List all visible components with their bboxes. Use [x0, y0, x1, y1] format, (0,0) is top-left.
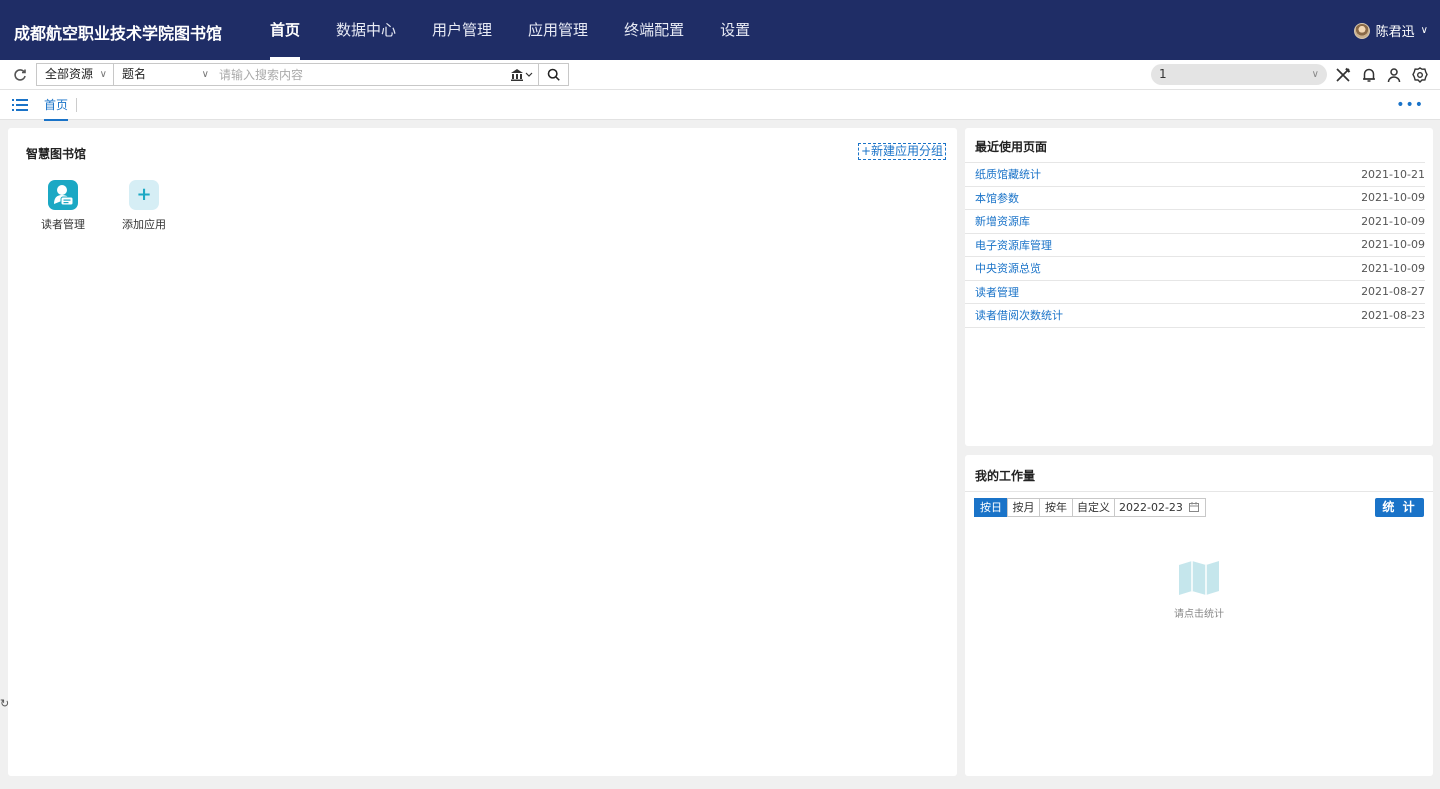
library-select[interactable]: 1 ∨ — [1151, 64, 1327, 85]
date-picker[interactable]: 2022-02-23 — [1114, 498, 1206, 517]
app-tile-reader-management[interactable]: 读者管理 — [33, 180, 93, 232]
list-item: 本馆参数 2021-10-09 — [965, 187, 1425, 210]
chevron-down-icon: ∨ — [1420, 25, 1428, 36]
avatar — [1353, 22, 1370, 39]
recent-link[interactable]: 本馆参数 — [975, 190, 1019, 206]
recent-link[interactable]: 中央资源总览 — [975, 260, 1041, 276]
segment-by-day[interactable]: 按日 — [974, 498, 1008, 517]
chevron-down-icon: ∨ — [1311, 69, 1319, 80]
recent-link[interactable]: 新增资源库 — [975, 213, 1030, 229]
workload-title: 我的工作量 — [975, 469, 1036, 483]
chevron-down-icon: ∨ — [99, 69, 107, 80]
date-value: 2022-02-23 — [1119, 501, 1183, 514]
my-workload-panel: 我的工作量 按日 按月 按年 自定义 2022-02-23 统 计 请点击统计 — [965, 455, 1433, 776]
bell-icon[interactable] — [1361, 67, 1377, 83]
plus-icon: + — [129, 180, 159, 210]
tools-icon[interactable] — [1335, 67, 1351, 83]
library-select-value: 1 — [1159, 67, 1167, 81]
recent-date: 2021-10-09 — [1361, 191, 1425, 205]
nav-settings[interactable]: 设置 — [702, 0, 768, 60]
library-select-icon[interactable] — [510, 68, 534, 82]
top-header: 成都航空职业技术学院图书馆 首页 数据中心 用户管理 应用管理 终端配置 设置 … — [0, 0, 1440, 60]
calendar-icon — [1189, 502, 1199, 512]
search-toolbar: 全部资源 ∨ 题名 ∨ 1 ∨ — [0, 60, 1440, 90]
app-tile-add-app[interactable]: + 添加应用 — [114, 180, 174, 232]
refresh-icon[interactable] — [12, 67, 28, 83]
recent-title: 最近使用页面 — [975, 140, 1048, 154]
panel-title: 智慧图书馆 — [26, 147, 87, 161]
gear-icon[interactable] — [1412, 67, 1428, 83]
menu-list-icon[interactable] — [12, 98, 28, 112]
recent-link[interactable]: 读者管理 — [975, 284, 1019, 300]
tab-divider — [76, 98, 77, 112]
recent-link[interactable]: 纸质馆藏统计 — [975, 166, 1041, 182]
recent-date: 2021-08-23 — [1361, 308, 1425, 322]
search-input[interactable] — [215, 63, 539, 86]
recent-date: 2021-10-09 — [1361, 261, 1425, 275]
resource-type-value: 全部资源 — [45, 67, 94, 81]
reader-management-icon — [48, 180, 78, 210]
nav-app-management[interactable]: 应用管理 — [510, 0, 606, 60]
list-item: 新增资源库 2021-10-09 — [965, 210, 1425, 234]
nav-terminal-config[interactable]: 终端配置 — [606, 0, 702, 60]
resource-type-select[interactable]: 全部资源 ∨ — [36, 63, 114, 86]
list-item: 电子资源库管理 2021-10-09 — [965, 234, 1425, 257]
recent-date: 2021-10-21 — [1361, 167, 1425, 181]
search-field-value: 题名 — [122, 67, 147, 81]
smart-library-panel: 智慧图书馆 +新建应用分组 读者管理 + 添加应用 — [8, 128, 957, 776]
empty-hint: 请点击统计 — [1174, 609, 1224, 620]
segment-custom[interactable]: 自定义 — [1072, 498, 1115, 517]
segment-by-month[interactable]: 按月 — [1007, 498, 1040, 517]
nav-data-center[interactable]: 数据中心 — [318, 0, 414, 60]
segment-by-year[interactable]: 按年 — [1039, 498, 1073, 517]
nav-home[interactable]: 首页 — [252, 0, 318, 60]
recent-list: 纸质馆藏统计 2021-10-21 本馆参数 2021-10-09 新增资源库 … — [965, 162, 1425, 328]
search-button[interactable] — [538, 63, 569, 86]
app-label: 添加应用 — [122, 218, 166, 231]
brand-title: 成都航空职业技术学院图书馆 — [14, 24, 223, 43]
recent-date: 2021-08-27 — [1361, 285, 1425, 299]
recent-pages-panel: 最近使用页面 纸质馆藏统计 2021-10-21 本馆参数 2021-10-09… — [965, 128, 1433, 446]
statistics-button[interactable]: 统 计 — [1375, 498, 1424, 517]
recent-date: 2021-10-09 — [1361, 238, 1425, 252]
list-item: 读者管理 2021-08-27 — [965, 281, 1425, 304]
list-item: 读者借阅次数统计 2021-08-23 — [965, 304, 1425, 328]
recent-date: 2021-10-09 — [1361, 214, 1425, 228]
tab-bar: 首页 ••• — [0, 90, 1440, 121]
user-icon[interactable] — [1386, 67, 1402, 83]
divider — [965, 491, 1433, 492]
more-icon[interactable]: ••• — [1396, 98, 1424, 112]
main-nav: 首页 数据中心 用户管理 应用管理 终端配置 设置 — [252, 0, 768, 60]
list-item: 中央资源总览 2021-10-09 — [965, 257, 1425, 281]
user-name: 陈君迅 — [1375, 25, 1415, 40]
app-label: 读者管理 — [41, 218, 85, 231]
collapse-handle-icon[interactable]: ↻ — [0, 697, 10, 711]
recent-link[interactable]: 电子资源库管理 — [975, 237, 1052, 253]
list-item: 纸质馆藏统计 2021-10-21 — [965, 163, 1425, 187]
search-icon — [547, 68, 560, 81]
nav-user-management[interactable]: 用户管理 — [414, 0, 510, 60]
chevron-down-icon: ∨ — [201, 69, 209, 80]
new-app-group-button[interactable]: +新建应用分组 — [858, 143, 946, 160]
user-menu[interactable]: 陈君迅 ∨ — [1353, 21, 1428, 40]
empty-map-icon — [1179, 561, 1219, 595]
tab-home[interactable]: 首页 — [44, 96, 69, 121]
search-field-select[interactable]: 题名 ∨ — [113, 63, 216, 86]
recent-link[interactable]: 读者借阅次数统计 — [975, 307, 1063, 323]
